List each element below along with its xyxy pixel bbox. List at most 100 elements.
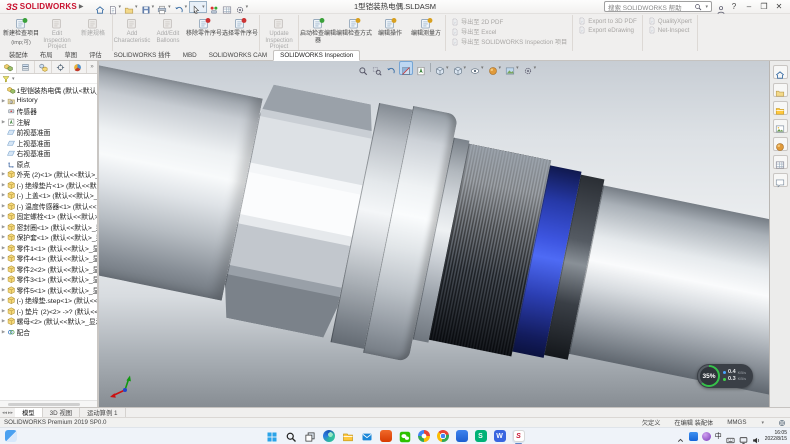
doc-tab-模型[interactable]: 模型 xyxy=(15,408,43,417)
doc-tab-nav[interactable]: ◂◂ ▸▸ xyxy=(0,408,15,417)
zoom-fit-button[interactable] xyxy=(357,62,369,74)
expand-arrow-icon[interactable]: ▶ xyxy=(0,245,7,251)
table-button[interactable] xyxy=(221,1,233,13)
office-app-button[interactable] xyxy=(379,430,392,443)
panel-scrollbar[interactable] xyxy=(0,400,97,407)
tree-item[interactable]: ▶密封圈<1> (默认<<默认>_显示状 xyxy=(0,222,97,233)
tray-chevron-up-icon[interactable] xyxy=(676,432,685,441)
view-settings-button[interactable]: ▾ xyxy=(522,62,538,74)
doc-tab-3D-视图[interactable]: 3D 视图 xyxy=(43,408,80,417)
expand-arrow-icon[interactable]: ▶ xyxy=(0,297,7,303)
tree-item[interactable]: ▶螺母<2> (默认<<默认>_显示状态 xyxy=(0,316,97,327)
tree-item[interactable]: ▶保护套<1> (默认<<默认>_显示状 xyxy=(0,232,97,243)
search-icon[interactable] xyxy=(694,3,702,11)
minimize-button[interactable]: – xyxy=(742,1,756,13)
browser-colorful-button[interactable] xyxy=(417,430,430,443)
tree-item[interactable]: 前视基准面 xyxy=(0,127,97,138)
start-button-button[interactable] xyxy=(265,430,278,443)
login-icon[interactable] xyxy=(716,2,726,12)
print-button[interactable]: ▾ xyxy=(156,1,172,13)
caret-down-icon[interactable]: ▾ xyxy=(481,65,484,71)
caret-down-icon[interactable]: ▾ xyxy=(534,65,537,71)
home-button[interactable] xyxy=(94,1,106,13)
featuremanager-tab[interactable] xyxy=(0,61,17,73)
caret-down-icon[interactable]: ▾ xyxy=(152,4,155,10)
ime-language-indicator[interactable]: 中 xyxy=(715,433,722,440)
caret-down-icon[interactable]: ▾ xyxy=(119,4,122,10)
tree-item[interactable]: ▶配合 xyxy=(0,327,97,338)
tray-monitor-icon[interactable] xyxy=(739,432,748,441)
blue-app-button[interactable] xyxy=(455,430,468,443)
select-button[interactable]: ▾ xyxy=(189,1,207,13)
ribbon-button[interactable]: 编辑操作 xyxy=(372,15,408,51)
open-button[interactable]: ▾ xyxy=(123,1,139,13)
status-caret-icon[interactable]: ▾ xyxy=(761,420,764,426)
previous-view-button[interactable] xyxy=(385,62,397,74)
chrome-button[interactable] xyxy=(436,430,449,443)
tree-item[interactable]: ▶History xyxy=(0,96,97,107)
expand-arrow-icon[interactable]: ▶ xyxy=(0,182,7,188)
wechat-button[interactable] xyxy=(398,430,411,443)
tree-item[interactable]: ▶零件4<1> (默认<<默认>_显示状态 xyxy=(0,253,97,264)
caret-down-icon[interactable]: ▾ xyxy=(446,65,449,71)
expand-arrow-icon[interactable]: ▶ xyxy=(0,318,7,324)
view-orientation-button[interactable]: ▾ xyxy=(434,62,450,74)
expand-arrow-icon[interactable]: ▶ xyxy=(0,276,7,282)
tree-item[interactable]: ▶注解 xyxy=(0,117,97,128)
resources-home-button[interactable] xyxy=(773,65,788,79)
tree-item[interactable]: ▶零件1<1> (默认<<默认>_显示状态 xyxy=(0,243,97,254)
tree-item[interactable]: 原点 xyxy=(0,159,97,170)
expand-arrow-icon[interactable]: ▶ xyxy=(0,329,7,335)
expand-arrow-icon[interactable]: ▶ xyxy=(0,266,7,272)
tree-item[interactable]: ▶(-) 上盖<1> (默认<<默认>_显示状 xyxy=(0,190,97,201)
logo-expand-icon[interactable]: ▶ xyxy=(79,3,84,10)
ribbon-button[interactable]: 移除零件序号 xyxy=(186,15,222,51)
hide-show-items-button[interactable]: ▾ xyxy=(469,62,485,74)
dimxpertmanager-tab[interactable] xyxy=(52,61,69,73)
tab-草图[interactable]: 草图 xyxy=(58,49,83,60)
nav-first-icon[interactable]: ◂◂ xyxy=(2,410,7,416)
tree-item[interactable]: ▶(-) 绝缘垫.step<1> (默认<<默认 xyxy=(0,295,97,306)
dynamic-annotation-button[interactable] xyxy=(415,62,427,74)
ribbon-button[interactable]: 新建检查项目(imp;可) xyxy=(3,15,39,51)
tree-item[interactable]: ▶(-) 温度传感器<1> (默认<<默认>_ xyxy=(0,201,97,212)
wps-app-button[interactable]: W xyxy=(493,430,506,443)
close-button[interactable]: ✕ xyxy=(772,1,786,13)
doc-tab-运动算例-1[interactable]: 运动算例 1 xyxy=(80,408,125,417)
expand-arrow-icon[interactable]: ▶ xyxy=(0,308,7,314)
tree-item[interactable]: ▶(-) 绝缘垫片<1> (默认<<默认>_显 xyxy=(0,180,97,191)
ribbon-button[interactable]: 启动检查编辑器 xyxy=(300,15,336,51)
appearances-scenes-button[interactable] xyxy=(773,137,788,151)
tree-item[interactable]: ▶(-) 垫片 (2)<2> ->? (默认<<默认 xyxy=(0,306,97,317)
expand-arrow-icon[interactable]: ▶ xyxy=(0,119,7,125)
tab-solidworks-cam[interactable]: SOLIDWORKS CAM xyxy=(203,51,273,60)
caret-down-icon[interactable]: ▾ xyxy=(135,4,138,10)
tree-item[interactable]: ▶零件5<1> (默认<<默认>_显示状态 xyxy=(0,285,97,296)
filter-caret-icon[interactable]: ▾ xyxy=(12,76,15,82)
widgets-button[interactable] xyxy=(4,430,17,443)
apply-scene-button[interactable]: ▾ xyxy=(504,62,520,74)
save-button[interactable]: ▾ xyxy=(140,1,156,13)
inspection-traffic-button[interactable] xyxy=(208,1,220,13)
3d-viewport[interactable]: ▾▾▾▾▾▾ 35% 0.4KB/s0.3KB/s xyxy=(99,61,769,407)
section-view-button[interactable] xyxy=(399,61,413,75)
edit-appearance-button[interactable]: ▾ xyxy=(487,62,503,74)
tree-item[interactable]: ▶固定螺栓<1> (默认<<默认>_显示 xyxy=(0,211,97,222)
design-library-button[interactable] xyxy=(773,83,788,97)
undo-button[interactable]: ▾ xyxy=(173,1,189,13)
propertymanager-tab[interactable] xyxy=(17,61,34,73)
tree-item[interactable]: 传感器 xyxy=(0,106,97,117)
green-s-app-button[interactable]: S xyxy=(474,430,487,443)
search-input[interactable]: 搜索 SOLIDWORKS 帮助 ▾ xyxy=(604,1,712,12)
view-palette-button[interactable] xyxy=(773,119,788,133)
tree-item[interactable]: ▶零件3<1> (默认<<默认>_显示状态 xyxy=(0,274,97,285)
tab-solidworks-inspection[interactable]: SOLIDWORKS Inspection xyxy=(273,50,360,61)
expand-arrow-icon[interactable]: ▶ xyxy=(0,192,7,198)
caret-down-icon[interactable]: ▾ xyxy=(185,4,188,10)
mail-button[interactable] xyxy=(360,430,373,443)
ribbon-button[interactable]: 选择零件序号 xyxy=(222,15,258,51)
tab-评估[interactable]: 评估 xyxy=(83,49,108,60)
tray-onedrive-icon[interactable] xyxy=(689,432,698,441)
restore-button[interactable]: ❐ xyxy=(757,1,771,13)
tree-item[interactable]: ▶外壳 (2)<1> (默认<<默认>_显示状 xyxy=(0,169,97,180)
